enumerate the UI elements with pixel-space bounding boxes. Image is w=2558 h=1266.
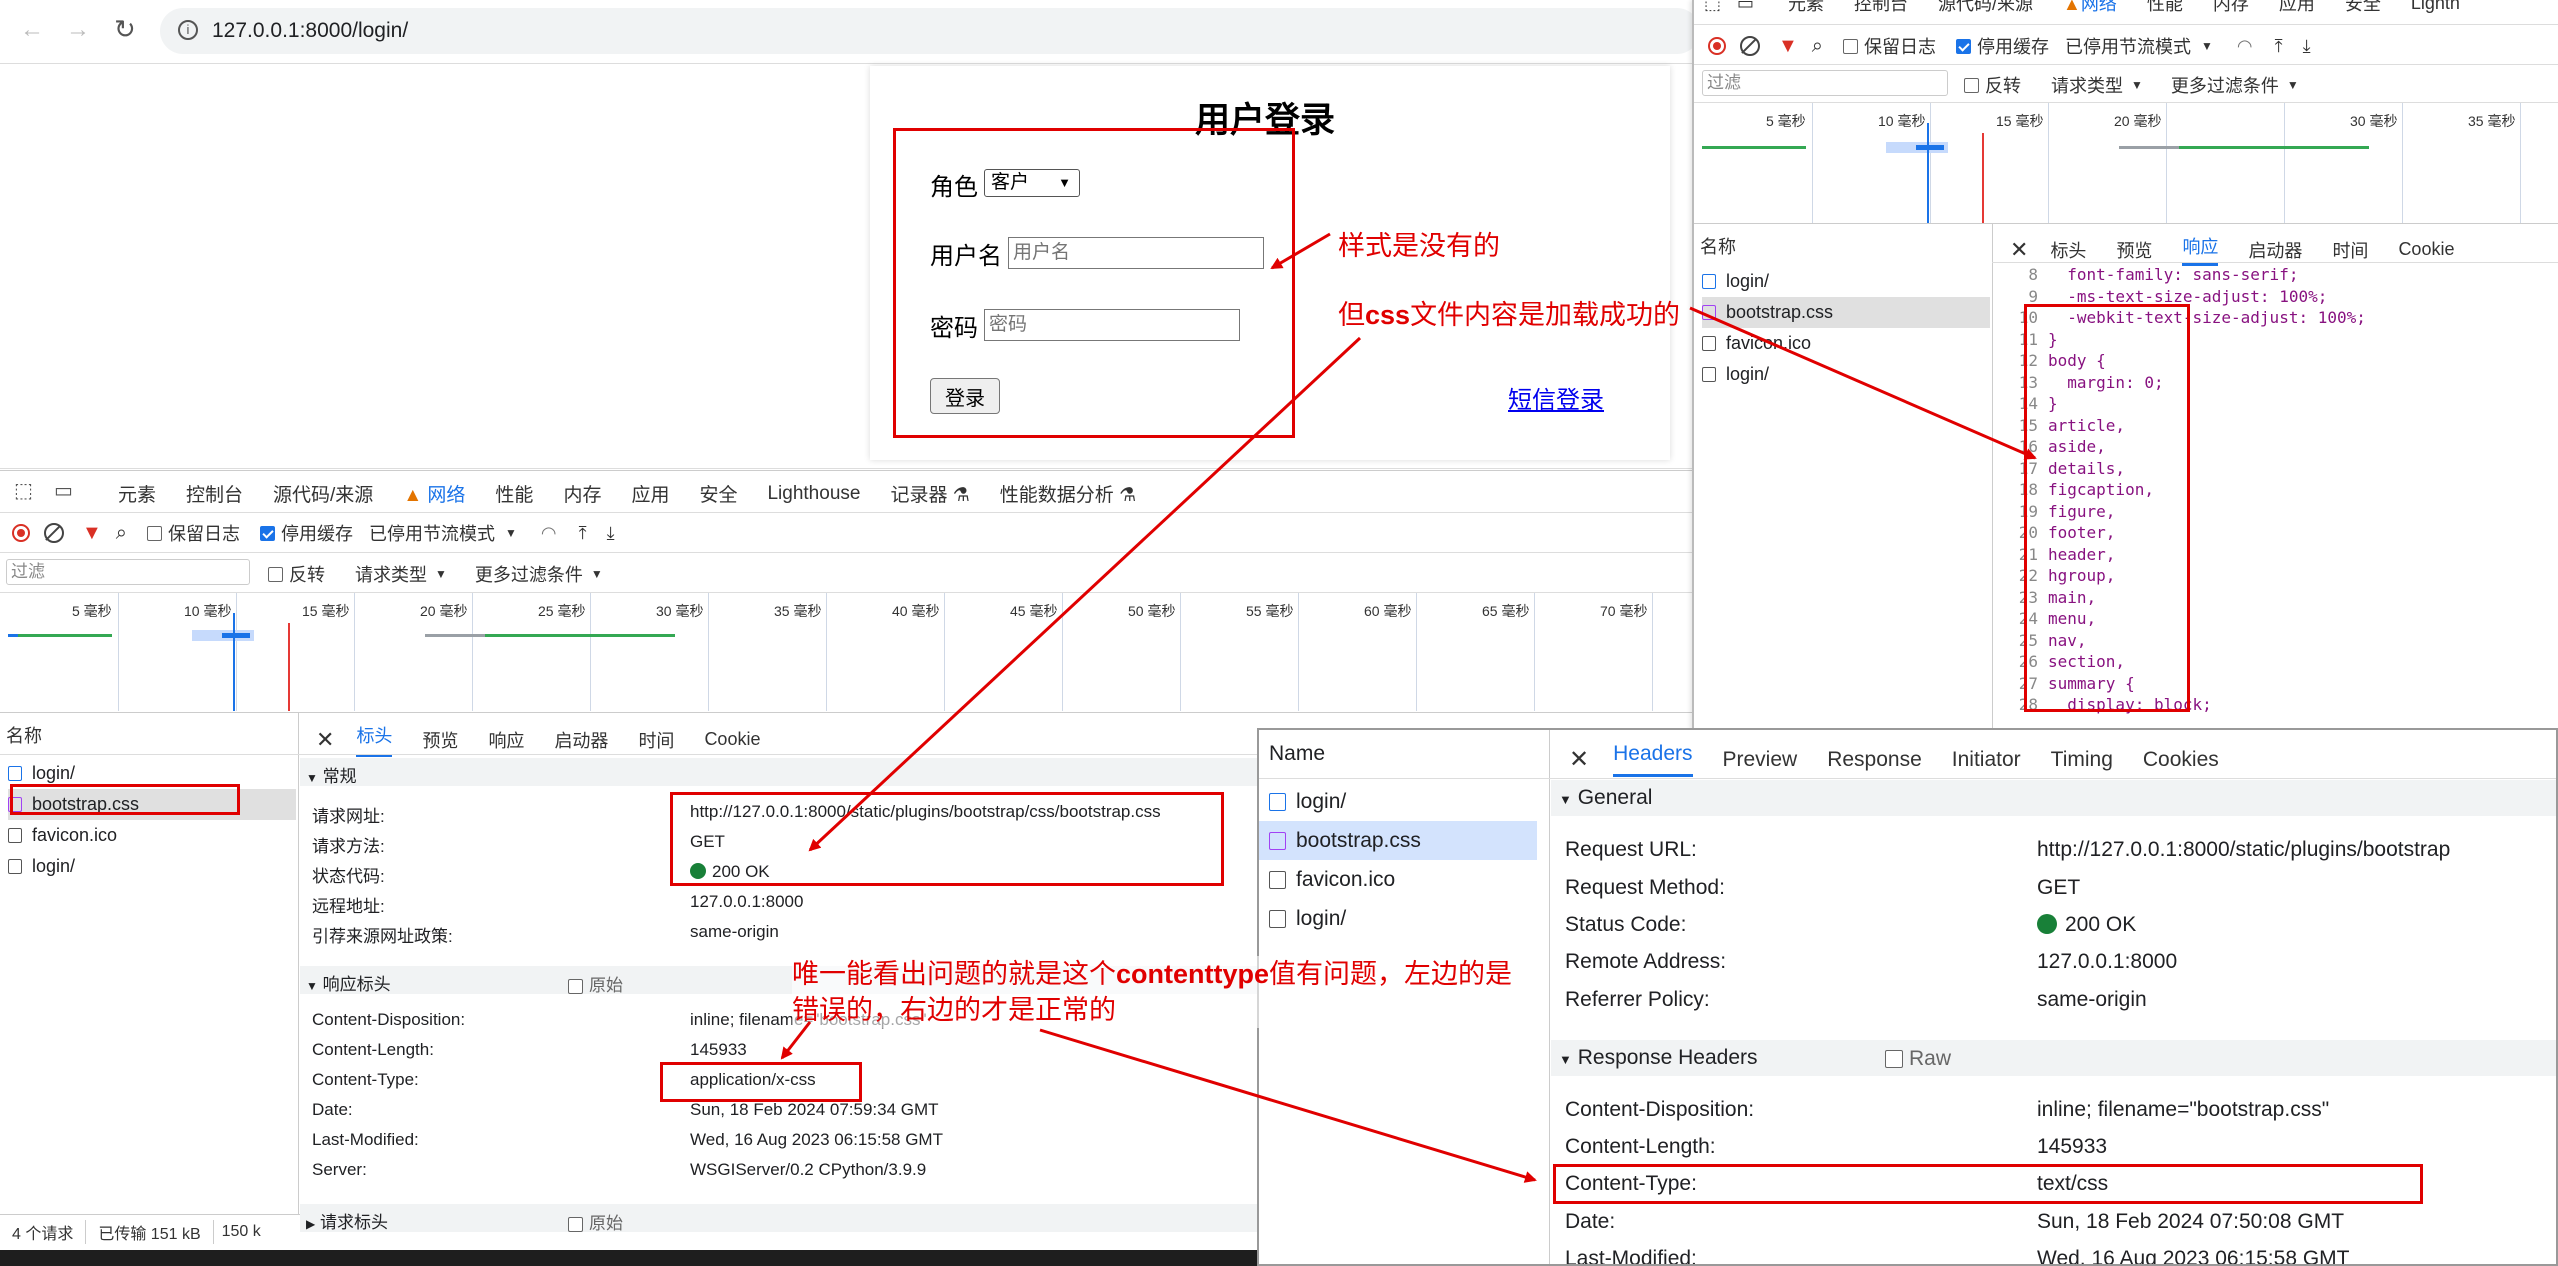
arrow-to-correct-type	[1039, 1028, 1537, 1183]
arrow-to-general	[808, 336, 1362, 852]
annotation-arrows	[780, 232, 2037, 1183]
arrow-to-username	[1270, 232, 1331, 270]
arrow-to-wrong-type	[780, 1021, 812, 1060]
arrow-to-css-content	[1689, 306, 2037, 460]
